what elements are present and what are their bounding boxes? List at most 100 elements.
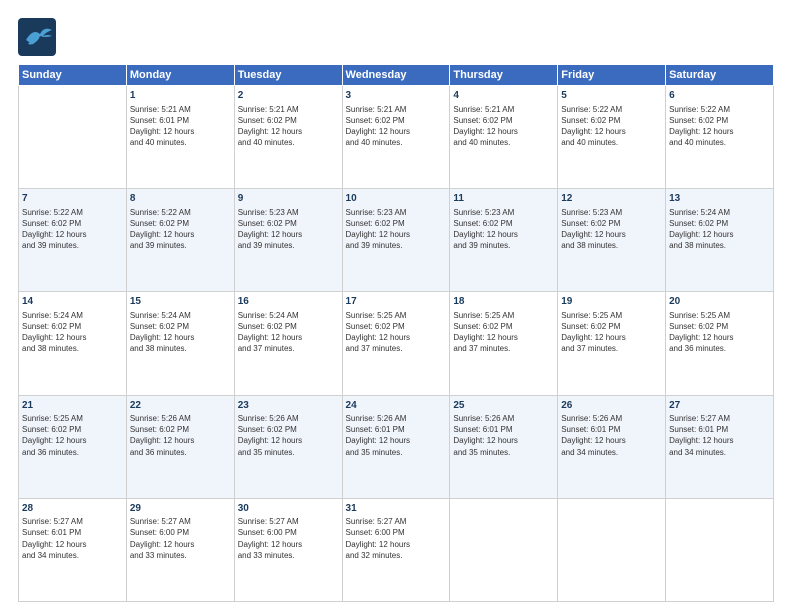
day-info: Sunrise: 5:22 AM Sunset: 6:02 PM Dayligh… bbox=[22, 207, 123, 252]
header-row: SundayMondayTuesdayWednesdayThursdayFrid… bbox=[19, 65, 774, 86]
day-info: Sunrise: 5:24 AM Sunset: 6:02 PM Dayligh… bbox=[238, 310, 339, 355]
logo bbox=[18, 18, 60, 56]
calendar-cell: 6Sunrise: 5:22 AM Sunset: 6:02 PM Daylig… bbox=[666, 86, 774, 189]
day-number: 26 bbox=[561, 399, 662, 413]
day-info: Sunrise: 5:26 AM Sunset: 6:01 PM Dayligh… bbox=[346, 413, 447, 458]
calendar-cell: 17Sunrise: 5:25 AM Sunset: 6:02 PM Dayli… bbox=[342, 292, 450, 395]
day-info: Sunrise: 5:25 AM Sunset: 6:02 PM Dayligh… bbox=[346, 310, 447, 355]
calendar-cell: 3Sunrise: 5:21 AM Sunset: 6:02 PM Daylig… bbox=[342, 86, 450, 189]
header bbox=[18, 18, 774, 56]
day-number: 20 bbox=[669, 295, 770, 309]
calendar-cell bbox=[558, 498, 666, 601]
day-number: 12 bbox=[561, 192, 662, 206]
day-number: 29 bbox=[130, 502, 231, 516]
day-number: 6 bbox=[669, 89, 770, 103]
day-info: Sunrise: 5:26 AM Sunset: 6:02 PM Dayligh… bbox=[238, 413, 339, 458]
day-info: Sunrise: 5:24 AM Sunset: 6:02 PM Dayligh… bbox=[130, 310, 231, 355]
calendar-cell: 19Sunrise: 5:25 AM Sunset: 6:02 PM Dayli… bbox=[558, 292, 666, 395]
day-number: 24 bbox=[346, 399, 447, 413]
day-number: 14 bbox=[22, 295, 123, 309]
col-header-thursday: Thursday bbox=[450, 65, 558, 86]
col-header-wednesday: Wednesday bbox=[342, 65, 450, 86]
day-info: Sunrise: 5:26 AM Sunset: 6:01 PM Dayligh… bbox=[453, 413, 554, 458]
day-number: 5 bbox=[561, 89, 662, 103]
day-number: 25 bbox=[453, 399, 554, 413]
day-number: 28 bbox=[22, 502, 123, 516]
calendar-cell: 8Sunrise: 5:22 AM Sunset: 6:02 PM Daylig… bbox=[126, 189, 234, 292]
day-number: 2 bbox=[238, 89, 339, 103]
calendar-cell bbox=[666, 498, 774, 601]
week-row-5: 28Sunrise: 5:27 AM Sunset: 6:01 PM Dayli… bbox=[19, 498, 774, 601]
day-number: 7 bbox=[22, 192, 123, 206]
day-info: Sunrise: 5:21 AM Sunset: 6:02 PM Dayligh… bbox=[238, 104, 339, 149]
day-number: 3 bbox=[346, 89, 447, 103]
calendar-cell: 16Sunrise: 5:24 AM Sunset: 6:02 PM Dayli… bbox=[234, 292, 342, 395]
day-info: Sunrise: 5:26 AM Sunset: 6:02 PM Dayligh… bbox=[130, 413, 231, 458]
col-header-saturday: Saturday bbox=[666, 65, 774, 86]
day-info: Sunrise: 5:23 AM Sunset: 6:02 PM Dayligh… bbox=[453, 207, 554, 252]
day-info: Sunrise: 5:27 AM Sunset: 6:01 PM Dayligh… bbox=[22, 516, 123, 561]
day-info: Sunrise: 5:22 AM Sunset: 6:02 PM Dayligh… bbox=[130, 207, 231, 252]
day-number: 1 bbox=[130, 89, 231, 103]
day-info: Sunrise: 5:27 AM Sunset: 6:00 PM Dayligh… bbox=[346, 516, 447, 561]
calendar-cell: 29Sunrise: 5:27 AM Sunset: 6:00 PM Dayli… bbox=[126, 498, 234, 601]
day-number: 13 bbox=[669, 192, 770, 206]
calendar-cell: 2Sunrise: 5:21 AM Sunset: 6:02 PM Daylig… bbox=[234, 86, 342, 189]
week-row-4: 21Sunrise: 5:25 AM Sunset: 6:02 PM Dayli… bbox=[19, 395, 774, 498]
calendar-cell: 14Sunrise: 5:24 AM Sunset: 6:02 PM Dayli… bbox=[19, 292, 127, 395]
day-info: Sunrise: 5:25 AM Sunset: 6:02 PM Dayligh… bbox=[561, 310, 662, 355]
calendar-cell: 26Sunrise: 5:26 AM Sunset: 6:01 PM Dayli… bbox=[558, 395, 666, 498]
calendar-cell: 23Sunrise: 5:26 AM Sunset: 6:02 PM Dayli… bbox=[234, 395, 342, 498]
week-row-2: 7Sunrise: 5:22 AM Sunset: 6:02 PM Daylig… bbox=[19, 189, 774, 292]
day-info: Sunrise: 5:27 AM Sunset: 6:01 PM Dayligh… bbox=[669, 413, 770, 458]
day-info: Sunrise: 5:24 AM Sunset: 6:02 PM Dayligh… bbox=[669, 207, 770, 252]
calendar-cell: 10Sunrise: 5:23 AM Sunset: 6:02 PM Dayli… bbox=[342, 189, 450, 292]
day-number: 11 bbox=[453, 192, 554, 206]
day-number: 30 bbox=[238, 502, 339, 516]
day-info: Sunrise: 5:21 AM Sunset: 6:02 PM Dayligh… bbox=[453, 104, 554, 149]
day-number: 31 bbox=[346, 502, 447, 516]
day-info: Sunrise: 5:21 AM Sunset: 6:02 PM Dayligh… bbox=[346, 104, 447, 149]
calendar-cell: 1Sunrise: 5:21 AM Sunset: 6:01 PM Daylig… bbox=[126, 86, 234, 189]
day-number: 9 bbox=[238, 192, 339, 206]
calendar-cell: 4Sunrise: 5:21 AM Sunset: 6:02 PM Daylig… bbox=[450, 86, 558, 189]
col-header-friday: Friday bbox=[558, 65, 666, 86]
day-info: Sunrise: 5:23 AM Sunset: 6:02 PM Dayligh… bbox=[561, 207, 662, 252]
calendar-cell: 21Sunrise: 5:25 AM Sunset: 6:02 PM Dayli… bbox=[19, 395, 127, 498]
calendar-body: 1Sunrise: 5:21 AM Sunset: 6:01 PM Daylig… bbox=[19, 86, 774, 602]
calendar-table: SundayMondayTuesdayWednesdayThursdayFrid… bbox=[18, 64, 774, 602]
day-number: 16 bbox=[238, 295, 339, 309]
day-number: 22 bbox=[130, 399, 231, 413]
day-info: Sunrise: 5:21 AM Sunset: 6:01 PM Dayligh… bbox=[130, 104, 231, 149]
day-info: Sunrise: 5:25 AM Sunset: 6:02 PM Dayligh… bbox=[453, 310, 554, 355]
day-number: 17 bbox=[346, 295, 447, 309]
week-row-1: 1Sunrise: 5:21 AM Sunset: 6:01 PM Daylig… bbox=[19, 86, 774, 189]
day-number: 27 bbox=[669, 399, 770, 413]
calendar-cell: 30Sunrise: 5:27 AM Sunset: 6:00 PM Dayli… bbox=[234, 498, 342, 601]
day-info: Sunrise: 5:23 AM Sunset: 6:02 PM Dayligh… bbox=[238, 207, 339, 252]
calendar-cell: 18Sunrise: 5:25 AM Sunset: 6:02 PM Dayli… bbox=[450, 292, 558, 395]
day-info: Sunrise: 5:22 AM Sunset: 6:02 PM Dayligh… bbox=[669, 104, 770, 149]
day-number: 21 bbox=[22, 399, 123, 413]
calendar-cell: 7Sunrise: 5:22 AM Sunset: 6:02 PM Daylig… bbox=[19, 189, 127, 292]
calendar-cell: 15Sunrise: 5:24 AM Sunset: 6:02 PM Dayli… bbox=[126, 292, 234, 395]
day-info: Sunrise: 5:24 AM Sunset: 6:02 PM Dayligh… bbox=[22, 310, 123, 355]
day-number: 4 bbox=[453, 89, 554, 103]
col-header-tuesday: Tuesday bbox=[234, 65, 342, 86]
day-number: 18 bbox=[453, 295, 554, 309]
day-info: Sunrise: 5:26 AM Sunset: 6:01 PM Dayligh… bbox=[561, 413, 662, 458]
day-info: Sunrise: 5:25 AM Sunset: 6:02 PM Dayligh… bbox=[22, 413, 123, 458]
col-header-monday: Monday bbox=[126, 65, 234, 86]
calendar-cell: 25Sunrise: 5:26 AM Sunset: 6:01 PM Dayli… bbox=[450, 395, 558, 498]
calendar-cell: 27Sunrise: 5:27 AM Sunset: 6:01 PM Dayli… bbox=[666, 395, 774, 498]
day-number: 19 bbox=[561, 295, 662, 309]
calendar-cell: 5Sunrise: 5:22 AM Sunset: 6:02 PM Daylig… bbox=[558, 86, 666, 189]
week-row-3: 14Sunrise: 5:24 AM Sunset: 6:02 PM Dayli… bbox=[19, 292, 774, 395]
day-number: 8 bbox=[130, 192, 231, 206]
page: SundayMondayTuesdayWednesdayThursdayFrid… bbox=[0, 0, 792, 612]
logo-icon bbox=[18, 18, 56, 56]
day-number: 23 bbox=[238, 399, 339, 413]
calendar-cell bbox=[450, 498, 558, 601]
calendar-header: SundayMondayTuesdayWednesdayThursdayFrid… bbox=[19, 65, 774, 86]
day-number: 15 bbox=[130, 295, 231, 309]
